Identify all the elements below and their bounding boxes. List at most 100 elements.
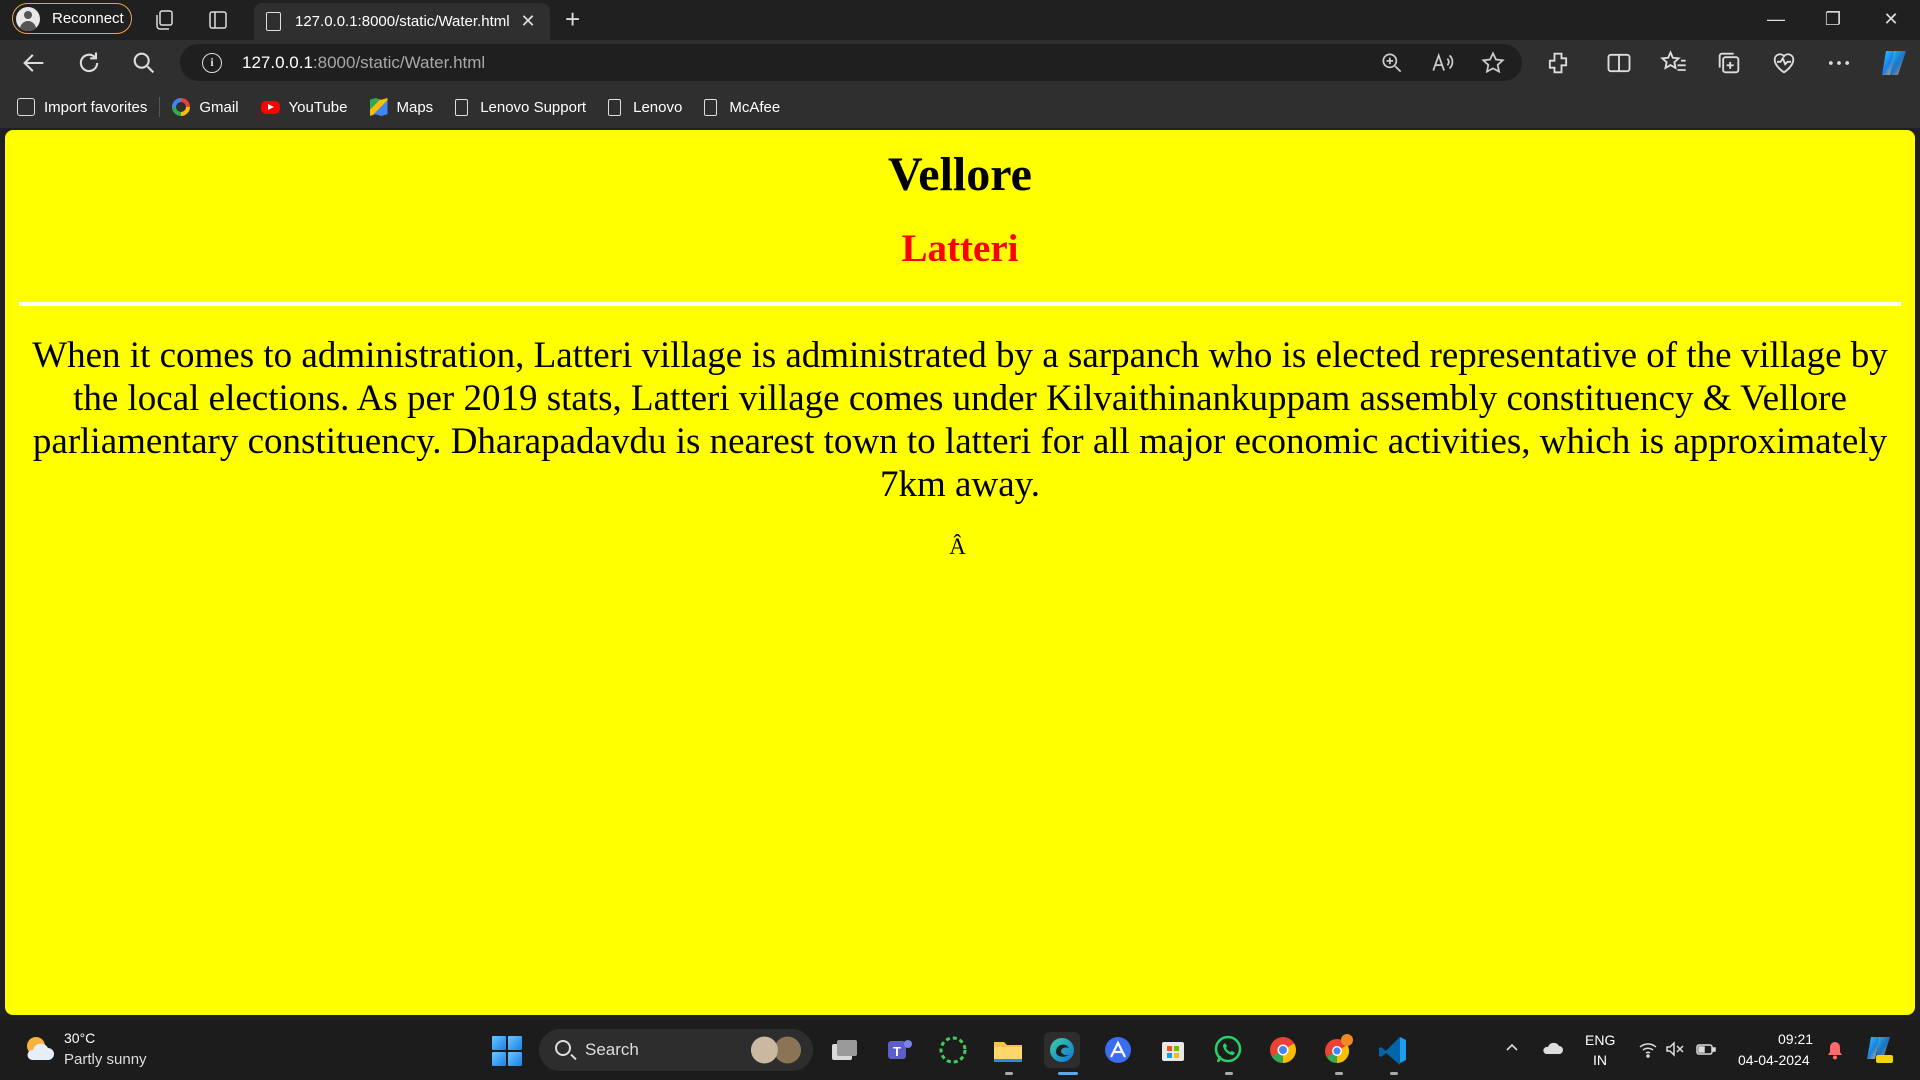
- windows-taskbar: 30°C Partly sunny Search T ENG IN 09:21 …: [0, 1020, 1920, 1080]
- favorite-label: Gmail: [199, 98, 239, 116]
- close-window-icon[interactable]: ✕: [1871, 4, 1911, 34]
- favorites-bar: Import favorites Gmail YouTube Maps Leno…: [0, 86, 1920, 128]
- youtube-icon: [260, 100, 280, 114]
- weather-temperature[interactable]: 30°C: [64, 1030, 95, 1046]
- favorite-label: Import favorites: [44, 98, 148, 116]
- minimize-icon[interactable]: —: [1756, 4, 1796, 34]
- back-icon[interactable]: [20, 49, 48, 77]
- svg-text:T: T: [893, 1044, 901, 1059]
- favorites-divider: [159, 97, 161, 117]
- favorite-youtube[interactable]: YouTube: [260, 98, 348, 116]
- vscode-icon[interactable]: [1375, 1032, 1411, 1068]
- new-tab-icon[interactable]: +: [565, 4, 580, 35]
- document-icon: [266, 12, 281, 31]
- start-tile: [492, 1052, 506, 1066]
- favorite-maps[interactable]: Maps: [369, 98, 434, 116]
- more-menu-icon[interactable]: [1825, 49, 1853, 77]
- favorites-icon[interactable]: [1660, 49, 1688, 77]
- browser-title-bar: Reconnect 127.0.0.1:8000/static/Water.ht…: [0, 0, 1920, 40]
- favorite-label: Maps: [396, 98, 434, 116]
- language-code[interactable]: ENG: [1585, 1032, 1615, 1048]
- refresh-app-icon[interactable]: [935, 1032, 971, 1068]
- navigation-bar: i 127.0.0.1:8000/static/Water.html: [0, 40, 1920, 86]
- active-indicator: [1058, 1072, 1078, 1075]
- language-region[interactable]: IN: [1593, 1052, 1607, 1068]
- split-screen-icon[interactable]: [1605, 49, 1633, 77]
- favorite-label: YouTube: [288, 98, 348, 116]
- site-info-icon[interactable]: i: [202, 53, 222, 73]
- chrome-profile-icon[interactable]: [1320, 1032, 1356, 1068]
- favorite-lenovo-support[interactable]: Lenovo Support: [455, 98, 586, 116]
- wifi-icon[interactable]: [1638, 1040, 1658, 1058]
- edge-icon[interactable]: [1044, 1032, 1080, 1068]
- arc-app-icon[interactable]: [1100, 1032, 1136, 1068]
- chevron-up-icon[interactable]: [1504, 1040, 1520, 1056]
- tab-water-html[interactable]: 127.0.0.1:8000/static/Water.html ✕: [254, 3, 550, 40]
- profile-label: Reconnect: [52, 10, 124, 27]
- favorite-label: Lenovo: [633, 98, 683, 116]
- whatsapp-icon[interactable]: [1210, 1032, 1246, 1068]
- page-viewport: Vellore Latteri When it comes to adminis…: [5, 130, 1915, 1015]
- search-icon: [555, 1040, 571, 1056]
- taskbar-search[interactable]: Search: [539, 1029, 813, 1071]
- maps-icon: [369, 98, 388, 116]
- favorite-gmail[interactable]: Gmail: [172, 98, 239, 116]
- search-icon[interactable]: [130, 49, 158, 77]
- favorite-lenovo[interactable]: Lenovo: [608, 98, 683, 116]
- document-icon: [704, 98, 718, 116]
- profile-button[interactable]: Reconnect: [12, 3, 132, 34]
- url-text[interactable]: 127.0.0.1:8000/static/Water.html: [242, 53, 485, 73]
- start-tile: [508, 1036, 522, 1050]
- stray-character: Â: [949, 534, 966, 560]
- read-aloud-icon[interactable]: [1430, 50, 1456, 76]
- running-indicator: [1225, 1072, 1233, 1075]
- start-button[interactable]: [492, 1036, 522, 1066]
- favorite-mcafee[interactable]: McAfee: [704, 98, 781, 116]
- url-host: 127.0.0.1: [242, 53, 313, 72]
- close-tab-icon[interactable]: ✕: [516, 9, 540, 33]
- partly-sunny-icon[interactable]: [22, 1032, 56, 1066]
- start-tile: [508, 1052, 522, 1066]
- document-icon: [455, 98, 469, 116]
- page-heading: Vellore: [888, 148, 1032, 201]
- collections-icon[interactable]: [1715, 49, 1743, 77]
- task-view-icon[interactable]: [826, 1032, 862, 1068]
- google-icon: [172, 98, 191, 116]
- document-icon: [608, 98, 622, 116]
- favorite-star-icon[interactable]: [1480, 50, 1506, 76]
- favorite-label: McAfee: [729, 98, 781, 116]
- copilot-preview-icon[interactable]: [1864, 1034, 1894, 1064]
- tab-actions-icon[interactable]: [206, 8, 230, 32]
- chrome-icon[interactable]: [1265, 1032, 1301, 1068]
- page-subheading: Latteri: [901, 226, 1019, 270]
- start-tile: [492, 1036, 506, 1050]
- microsoft-store-icon[interactable]: [1155, 1032, 1191, 1068]
- zoom-icon[interactable]: [1379, 50, 1405, 76]
- taskbar-search-label: Search: [585, 1040, 639, 1059]
- page-paragraph: When it comes to administration, Latteri…: [32, 335, 1888, 506]
- refresh-icon[interactable]: [75, 49, 103, 77]
- url-path: :8000/static/Water.html: [312, 53, 486, 72]
- import-icon: [17, 98, 35, 116]
- battery-icon[interactable]: [1696, 1040, 1716, 1058]
- running-indicator: [1005, 1072, 1013, 1075]
- running-indicator: [1335, 1072, 1343, 1075]
- onedrive-icon[interactable]: [1542, 1040, 1564, 1058]
- volume-muted-icon[interactable]: [1665, 1040, 1685, 1058]
- extensions-icon[interactable]: [1544, 49, 1572, 77]
- teams-icon[interactable]: T: [880, 1032, 916, 1068]
- restore-icon[interactable]: ❐: [1813, 4, 1853, 34]
- running-indicator: [1390, 1072, 1398, 1075]
- clock-time[interactable]: 09:21: [1778, 1031, 1813, 1047]
- notification-bell-icon[interactable]: [1826, 1040, 1844, 1060]
- file-explorer-icon[interactable]: [990, 1032, 1026, 1068]
- tab-title: 127.0.0.1:8000/static/Water.html: [295, 13, 510, 30]
- browser-essentials-icon[interactable]: [1770, 49, 1798, 77]
- favorite-import[interactable]: Import favorites: [17, 98, 147, 116]
- clock-date[interactable]: 04-04-2024: [1738, 1052, 1810, 1068]
- address-bar[interactable]: i 127.0.0.1:8000/static/Water.html: [180, 44, 1522, 81]
- workspaces-icon[interactable]: [153, 8, 177, 32]
- weather-description[interactable]: Partly sunny: [64, 1051, 147, 1068]
- profile-avatar-icon: [16, 6, 40, 31]
- copilot-icon[interactable]: [1878, 47, 1910, 79]
